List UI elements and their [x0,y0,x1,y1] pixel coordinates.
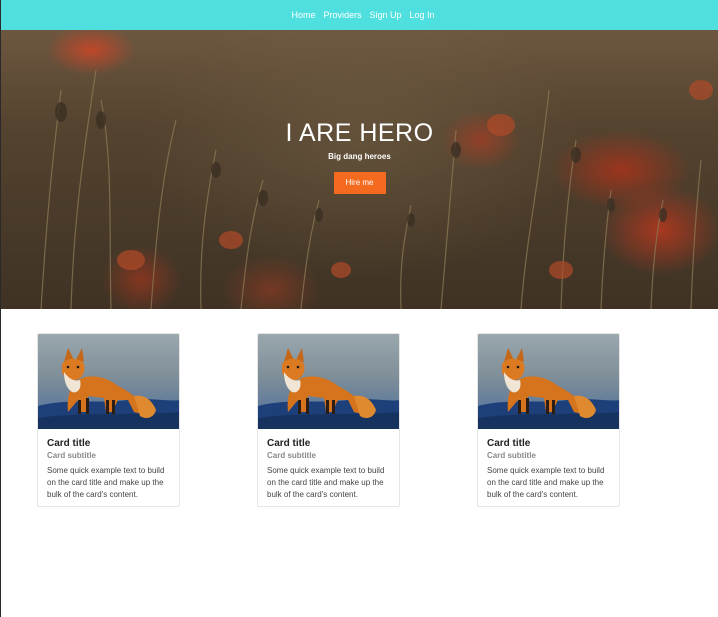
card-subtitle: Card subtitle [47,451,96,460]
navbar: Home Providers Sign Up Log In [1,0,718,30]
page: Home Providers Sign Up Log In I ARE HERO… [0,0,718,617]
card-body: Card title Card subtitle Some quick exam… [258,429,399,501]
nav-link-sign-up[interactable]: Sign Up [365,10,405,20]
card-text: Some quick example text to build on the … [47,466,165,499]
nav-link-providers[interactable]: Providers [319,10,365,20]
nav-link-home[interactable]: Home [287,10,319,20]
hero-title: I ARE HERO [285,119,434,147]
card-body: Card title Card subtitle Some quick exam… [478,429,619,501]
card-title: Card title [47,438,91,449]
card-title: Card title [267,438,311,449]
hero-section: I ARE HERO Big dang heroes Hire me [1,30,718,309]
card-image-fox [478,334,619,429]
card-text: Some quick example text to build on the … [487,466,605,499]
card-text: Some quick example text to build on the … [267,466,385,499]
card-body: Card title Card subtitle Some quick exam… [38,429,179,501]
card-image-fox [258,334,399,429]
card-title: Card title [487,438,531,449]
hero-content: I ARE HERO Big dang heroes Hire me [1,118,718,194]
hero-subtitle: Big dang heroes [328,152,391,161]
card-image-fox [38,334,179,429]
card: Card title Card subtitle Some quick exam… [37,333,180,507]
card: Card title Card subtitle Some quick exam… [257,333,400,507]
card-subtitle: Card subtitle [267,451,316,460]
card-subtitle: Card subtitle [487,451,536,460]
hire-me-button[interactable]: Hire me [333,172,386,194]
nav-link-log-in[interactable]: Log In [406,10,439,20]
card: Card title Card subtitle Some quick exam… [477,333,620,507]
nav-links: Home Providers Sign Up Log In [287,10,438,20]
